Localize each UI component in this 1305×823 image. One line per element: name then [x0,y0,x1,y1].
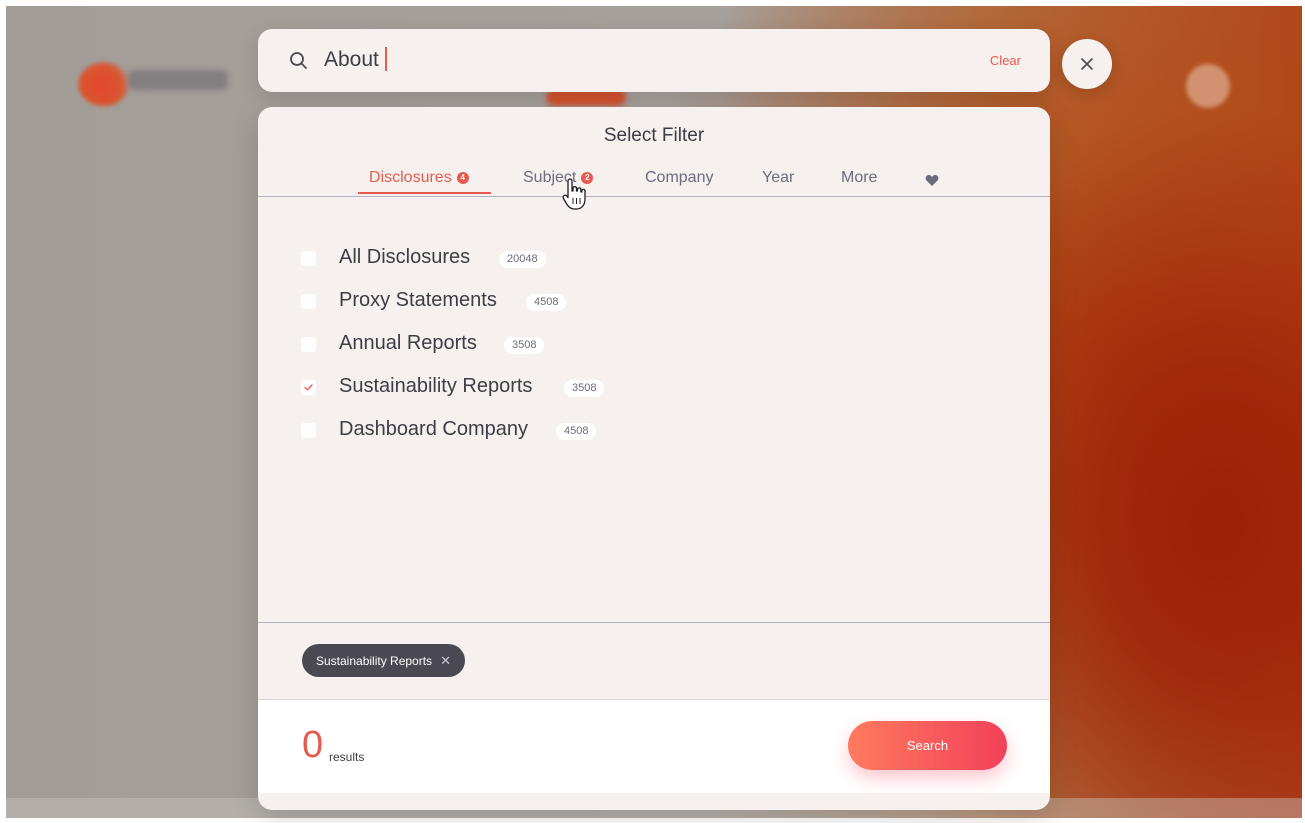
tab-label: Company [645,169,714,186]
panel-title: Select Filter [603,125,705,146]
tab-badge: 4 [456,172,469,184]
app-logo-wordmark [128,70,228,90]
tab-label: Disclosures [369,169,452,186]
count-badge: 3508 [504,337,545,354]
close-icon[interactable]: ✕ [440,653,451,668]
checkbox[interactable] [301,337,316,352]
background-avatar [1186,64,1230,108]
hand-pointer-icon [560,177,590,218]
option-label: Sustainability Reports [339,375,533,397]
option-label: Proxy Statements [339,289,497,311]
search-input[interactable]: About [324,46,387,72]
count-badge: 3508 [564,380,605,397]
chip-label: Sustainability Reports [316,654,433,668]
result-count: 0 [302,724,324,766]
search-button[interactable]: Search [848,721,1007,770]
tab-company[interactable]: Company [645,169,713,187]
search-icon [289,51,309,71]
heart-icon[interactable] [925,174,939,192]
count-badge: 4508 [526,294,567,311]
search-bar: About Clear [258,29,1050,92]
checkbox-checked[interactable] [301,380,316,395]
tab-label: Year [762,169,795,186]
count-badge: 20048 [499,251,546,268]
tab-label: More [841,169,878,186]
checkbox[interactable] [301,294,316,309]
option-label: All Disclosures [339,246,471,268]
checkbox[interactable] [301,251,316,266]
close-button[interactable] [1062,39,1112,89]
search-query: About [324,48,379,71]
option-label: Dashboard Company [339,418,528,440]
tab-disclosures[interactable]: Disclosures 4 [369,169,469,187]
panel-footer: 0 results Search [258,699,1050,793]
tab-year[interactable]: Year [762,169,794,187]
selected-filter-chip[interactable]: Sustainability Reports ✕ [302,644,465,677]
text-caret [384,46,387,71]
filter-panel: Select Filter Disclosures 4 Subject 2 Comp… [258,107,1050,810]
app-logo [78,62,130,106]
tabs-divider [258,196,1050,197]
tab-more[interactable]: More [841,169,877,187]
selection-divider [258,622,1050,623]
result-label: results [329,750,365,764]
checkbox[interactable] [301,423,316,438]
active-tab-indicator [358,192,491,194]
option-label: Annual Reports [339,332,477,354]
clear-button[interactable]: Clear [990,53,1021,68]
count-badge: 4508 [556,423,597,440]
